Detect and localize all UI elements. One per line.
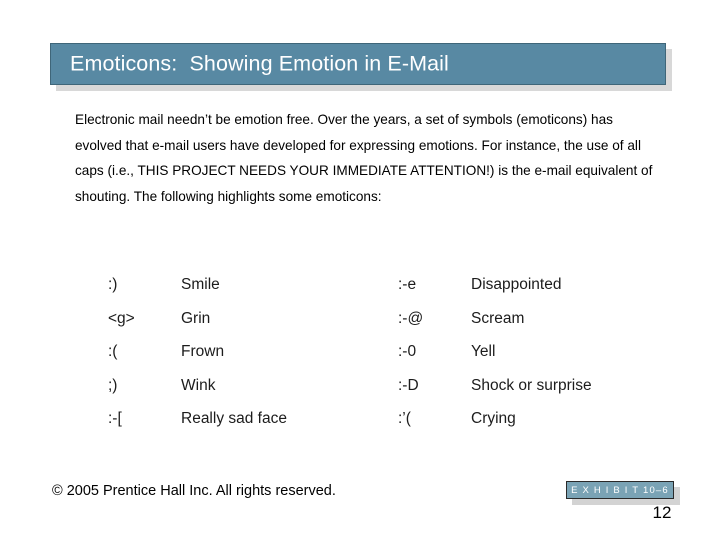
emoticon-entry-right: :’( Crying <box>398 410 668 428</box>
emoticon-table: :) Smile :-e Disappointed <g> Grin :-@ S… <box>108 276 668 444</box>
emoticon-entry-left: ;) Wink <box>108 377 398 395</box>
emoticon-entry-left: :-[ Really sad face <box>108 410 398 428</box>
emoticon-label: Disappointed <box>471 276 562 293</box>
table-row: ;) Wink :-D Shock or surprise <box>108 377 668 411</box>
emoticon-label: Grin <box>181 309 211 327</box>
emoticon-symbol: :-D <box>398 376 419 394</box>
emoticon-symbol: :-e <box>398 276 417 293</box>
emoticon-symbol: ;) <box>108 376 118 394</box>
table-row: :-[ Really sad face :’( Crying <box>108 410 668 444</box>
emoticon-entry-right: :-@ Scream <box>398 310 668 328</box>
emoticon-label: Really sad face <box>181 410 287 427</box>
emoticon-symbol: :-[ <box>108 410 122 427</box>
slide-number: 12 <box>652 503 672 522</box>
emoticon-label: Crying <box>471 410 516 427</box>
emoticon-label: Shock or surprise <box>471 376 592 394</box>
emoticon-label: Yell <box>471 343 496 360</box>
table-row: :( Frown :-0 Yell <box>108 343 668 377</box>
exhibit-badge-label: E X H I B I T 10–6 <box>571 484 669 496</box>
emoticon-entry-left: <g> Grin <box>108 310 398 328</box>
emoticon-symbol: :) <box>108 276 118 293</box>
emoticon-symbol: :( <box>108 343 118 360</box>
emoticon-symbol: :-0 <box>398 343 417 360</box>
page-title: Emoticons: Showing Emotion in E-Mail <box>70 51 449 76</box>
emoticon-label: Scream <box>471 309 525 327</box>
emoticon-label: Smile <box>181 276 220 293</box>
emoticon-symbol: :’( <box>398 410 411 427</box>
emoticon-symbol: <g> <box>108 309 135 327</box>
emoticon-label: Frown <box>181 343 225 360</box>
emoticon-entry-left: :) Smile <box>108 276 398 294</box>
table-row: :) Smile :-e Disappointed <box>108 276 668 310</box>
emoticon-label: Wink <box>181 376 216 394</box>
emoticon-entry-right: :-e Disappointed <box>398 276 668 294</box>
table-row: <g> Grin :-@ Scream <box>108 310 668 344</box>
emoticon-entry-right: :-D Shock or surprise <box>398 377 668 395</box>
title-bar: Emoticons: Showing Emotion in E-Mail <box>50 43 666 85</box>
emoticon-symbol: :-@ <box>398 309 424 327</box>
emoticon-entry-right: :-0 Yell <box>398 343 668 361</box>
body-paragraph: Electronic mail needn’t be emotion free.… <box>75 112 653 204</box>
emoticon-entry-left: :( Frown <box>108 343 398 361</box>
slide: Emoticons: Showing Emotion in E-Mail Ele… <box>0 0 720 540</box>
copyright-notice: © 2005 Prentice Hall Inc. All rights res… <box>52 483 336 499</box>
exhibit-badge: E X H I B I T 10–6 <box>566 481 674 499</box>
